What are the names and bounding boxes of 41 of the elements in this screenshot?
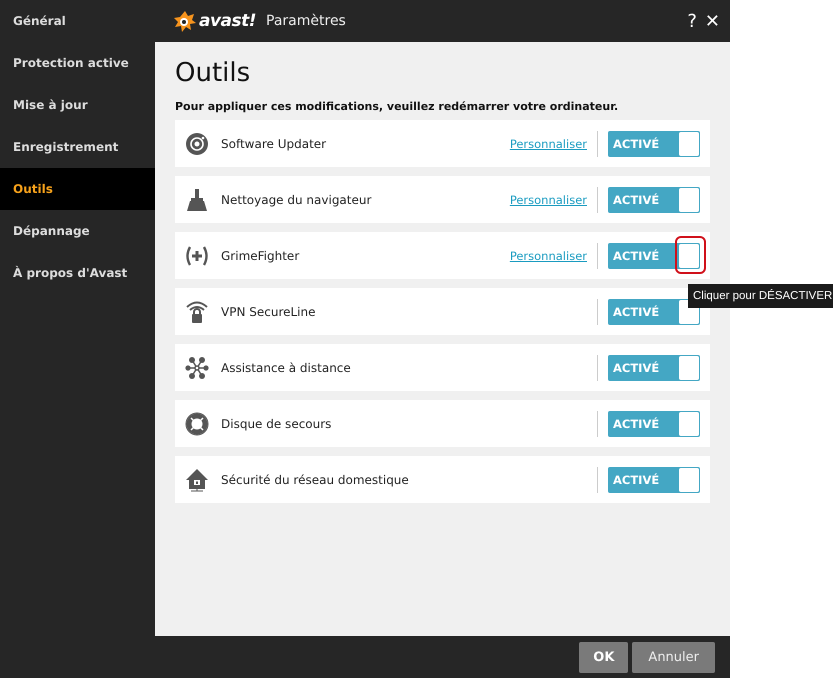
customize-link[interactable]: Personnaliser xyxy=(510,192,587,206)
sidebar-item[interactable]: Dépannage xyxy=(0,210,155,252)
sidebar-item[interactable]: À propos d'Avast xyxy=(0,252,155,294)
tool-name: Nettoyage du navigateur xyxy=(221,192,372,206)
tool-name: Assistance à distance xyxy=(221,360,352,374)
toggle-switch[interactable]: ACTIVÉ xyxy=(608,410,700,436)
lifebuoy-icon xyxy=(185,412,209,436)
sidebar-item[interactable]: Général xyxy=(0,0,155,42)
wifi-lock-icon xyxy=(185,300,209,324)
close-button[interactable]: ✕ xyxy=(704,10,720,32)
window-title: Paramètres xyxy=(266,13,347,29)
toggle-switch[interactable]: ACTIVÉ xyxy=(608,354,700,380)
sidebar-item[interactable]: Enregistrement xyxy=(0,126,155,168)
logo-text: avast! xyxy=(199,11,256,31)
sidebar-item[interactable]: Protection active xyxy=(0,42,155,84)
house-icon xyxy=(185,468,209,492)
disc-icon xyxy=(185,132,209,156)
tool-name: VPN SecureLine xyxy=(221,304,316,318)
tool-name: Disque de secours xyxy=(221,416,332,430)
toggle-switch[interactable]: ACTIVÉ xyxy=(608,186,700,212)
help-button[interactable]: ? xyxy=(687,10,697,32)
ok-button[interactable]: OK xyxy=(579,642,628,672)
tool-name: Software Updater xyxy=(221,136,328,150)
toggle-switch[interactable]: ACTIVÉ xyxy=(608,466,700,492)
toggle-switch[interactable]: ACTIVÉ xyxy=(608,298,700,324)
tool-name: GrimeFighter xyxy=(221,248,300,262)
brush-icon xyxy=(185,188,209,212)
tool-name: Sécurité du réseau domestique xyxy=(221,472,410,486)
sidebar-item[interactable]: Mise à jour xyxy=(0,84,155,126)
tooltip: Cliquer pour DÉSACTIVER xyxy=(688,284,833,308)
sidebar-item[interactable]: Outils xyxy=(0,168,155,210)
customize-link[interactable]: Personnaliser xyxy=(510,248,587,262)
nodes-icon xyxy=(185,356,209,380)
restart-notice: Pour appliquer ces modifications, veuillez redémarrer votre ordinateur. xyxy=(175,100,620,113)
toggle-switch[interactable]: ACTIVÉ xyxy=(608,242,700,268)
customize-link[interactable]: Personnaliser xyxy=(510,136,587,150)
page-heading: Outils xyxy=(175,58,252,88)
cancel-button[interactable]: Annuler xyxy=(632,642,715,672)
toggle-switch[interactable]: ACTIVÉ xyxy=(608,130,700,156)
plus-in-brackets-icon xyxy=(185,244,209,268)
logo-icon xyxy=(173,10,197,32)
